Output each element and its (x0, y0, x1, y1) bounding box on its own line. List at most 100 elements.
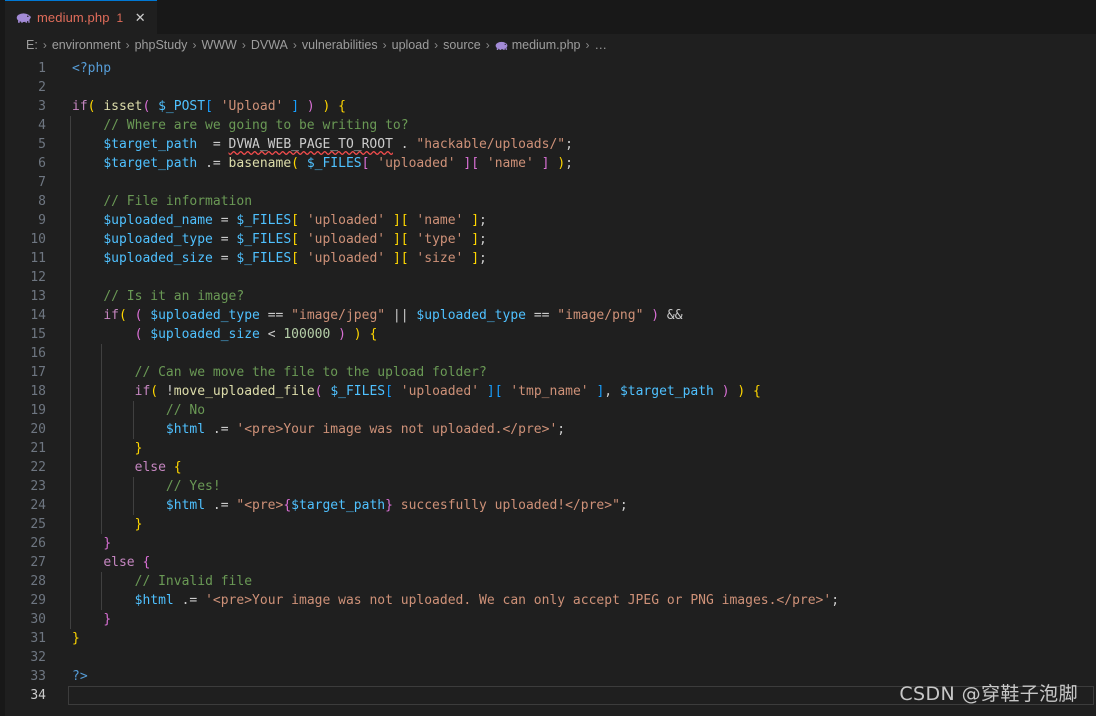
line-content[interactable]: $html .= '<pre>Your image was not upload… (70, 591, 1096, 610)
line-content[interactable]: ?> (72, 667, 1096, 686)
code-line[interactable]: 27 else { (0, 553, 1096, 572)
line-content[interactable] (72, 648, 1096, 667)
code-line[interactable]: 2 (0, 78, 1096, 97)
code-line[interactable]: 29 $html .= '<pre>Your image was not upl… (0, 591, 1096, 610)
code-line[interactable]: 21 } (0, 439, 1096, 458)
line-content[interactable]: if( ( $uploaded_type == "image/jpeg" || … (70, 306, 1096, 325)
code-line[interactable]: 31 } (0, 629, 1096, 648)
code-line[interactable]: 33 ?> (0, 667, 1096, 686)
code-editor[interactable]: 1 <?php 2 3 if( isset( $_POST[ 'Upload' … (0, 56, 1096, 716)
breadcrumb-separator: › (42, 38, 47, 52)
line-content[interactable]: else { (70, 553, 1096, 572)
code-line[interactable]: 10 $uploaded_type = $_FILES[ 'uploaded' … (0, 230, 1096, 249)
line-content[interactable]: // Yes! (70, 477, 1096, 496)
breadcrumb-item-source[interactable]: source (443, 38, 481, 52)
code-line[interactable]: 32 (0, 648, 1096, 667)
breadcrumb-overflow[interactable]: … (595, 38, 608, 52)
editor-tab-medium-php[interactable]: medium.php 1 ✕ (5, 0, 158, 34)
line-number: 23 (30, 479, 46, 494)
line-content[interactable]: } (70, 439, 1096, 458)
breadcrumb-item-vulnerabilities[interactable]: vulnerabilities (302, 38, 378, 52)
code-line[interactable]: 19 // No (0, 401, 1096, 420)
breadcrumb-item-root[interactable]: E: (26, 38, 38, 52)
line-content[interactable]: $uploaded_name = $_FILES[ 'uploaded' ][ … (70, 211, 1096, 230)
code-line[interactable]: 30 } (0, 610, 1096, 629)
line-content[interactable] (70, 173, 1096, 192)
line-content[interactable]: $target_path = DVWA_WEB_PAGE_TO_ROOT . "… (70, 135, 1096, 154)
line-content[interactable]: if( !move_uploaded_file( $_FILES[ 'uploa… (70, 382, 1096, 401)
line-content[interactable] (72, 78, 1096, 97)
line-number: 14 (30, 308, 46, 323)
code-line[interactable]: 25 } (0, 515, 1096, 534)
tab-filename: medium.php (37, 10, 110, 25)
line-number: 6 (38, 156, 46, 171)
line-number: 29 (30, 593, 46, 608)
line-content[interactable]: // File information (70, 192, 1096, 211)
vscode-editor-window: medium.php 1 ✕ E: › environment › phpStu… (0, 0, 1096, 716)
line-content[interactable]: } (70, 610, 1096, 629)
line-number: 2 (38, 80, 46, 95)
line-content[interactable]: <?php (72, 59, 1096, 78)
code-line[interactable]: 13 // Is it an image? (0, 287, 1096, 306)
breadcrumb-item-medium-php[interactable]: medium.php (495, 38, 581, 52)
code-line-active[interactable]: 34 (0, 686, 1096, 705)
line-content[interactable]: ( $uploaded_size < 100000 ) ) { (70, 325, 1096, 344)
line-number: 7 (38, 175, 46, 190)
line-content[interactable]: if( isset( $_POST[ 'Upload' ] ) ) { (72, 97, 1096, 116)
line-content[interactable]: $html .= "<pre>{$target_path} succesfull… (70, 496, 1096, 515)
code-line[interactable]: 12 (0, 268, 1096, 287)
breadcrumb-separator: › (241, 38, 246, 52)
code-line[interactable]: 11 $uploaded_size = $_FILES[ 'uploaded' … (0, 249, 1096, 268)
line-number: 21 (30, 441, 46, 456)
code-line[interactable]: 3 if( isset( $_POST[ 'Upload' ] ) ) { (0, 97, 1096, 116)
line-number: 13 (30, 289, 46, 304)
line-number: 20 (30, 422, 46, 437)
line-number: 15 (30, 327, 46, 342)
breadcrumb-separator: › (434, 38, 439, 52)
code-content[interactable]: 1 <?php 2 3 if( isset( $_POST[ 'Upload' … (0, 59, 1096, 705)
close-icon[interactable]: ✕ (132, 11, 148, 24)
line-content[interactable]: $target_path .= basename( $_FILES[ 'uplo… (70, 154, 1096, 173)
breadcrumb-item-environment[interactable]: environment (52, 38, 121, 52)
line-content[interactable]: // No (70, 401, 1096, 420)
code-line[interactable]: 8 // File information (0, 192, 1096, 211)
line-number: 28 (30, 574, 46, 589)
code-line[interactable]: 16 (0, 344, 1096, 363)
line-content[interactable]: $html .= '<pre>Your image was not upload… (70, 420, 1096, 439)
code-line[interactable]: 6 $target_path .= basename( $_FILES[ 'up… (0, 154, 1096, 173)
line-content[interactable]: // Where are we going to be writing to? (70, 116, 1096, 135)
line-content[interactable]: } (72, 629, 1096, 648)
line-content[interactable] (68, 686, 1096, 705)
line-content[interactable]: } (70, 515, 1096, 534)
line-content[interactable]: $uploaded_size = $_FILES[ 'uploaded' ][ … (70, 249, 1096, 268)
line-content[interactable]: $uploaded_type = $_FILES[ 'uploaded' ][ … (70, 230, 1096, 249)
code-line[interactable]: 15 ( $uploaded_size < 100000 ) ) { (0, 325, 1096, 344)
code-line[interactable]: 14 if( ( $uploaded_type == "image/jpeg" … (0, 306, 1096, 325)
code-line[interactable]: 17 // Can we move the file to the upload… (0, 363, 1096, 382)
breadcrumb-item-www[interactable]: WWW (201, 38, 236, 52)
code-line[interactable]: 22 else { (0, 458, 1096, 477)
code-line[interactable]: 4 // Where are we going to be writing to… (0, 116, 1096, 135)
code-line[interactable]: 5 $target_path = DVWA_WEB_PAGE_TO_ROOT .… (0, 135, 1096, 154)
code-line[interactable]: 26 } (0, 534, 1096, 553)
breadcrumb-item-dvwa[interactable]: DVWA (251, 38, 288, 52)
line-content[interactable]: // Can we move the file to the upload fo… (70, 363, 1096, 382)
breadcrumb-item-upload[interactable]: upload (392, 38, 430, 52)
line-content[interactable]: // Invalid file (70, 572, 1096, 591)
code-line[interactable]: 1 <?php (0, 59, 1096, 78)
code-line[interactable]: 28 // Invalid file (0, 572, 1096, 591)
line-content[interactable] (70, 268, 1096, 287)
code-line[interactable]: 24 $html .= "<pre>{$target_path} succesf… (0, 496, 1096, 515)
line-content[interactable]: } (70, 534, 1096, 553)
activity-bar-strip (0, 0, 5, 716)
breadcrumb-item-phpstudy[interactable]: phpStudy (135, 38, 188, 52)
code-line[interactable]: 7 (0, 173, 1096, 192)
line-content[interactable]: else { (70, 458, 1096, 477)
line-number: 22 (30, 460, 46, 475)
line-content[interactable] (70, 344, 1096, 363)
code-line[interactable]: 20 $html .= '<pre>Your image was not upl… (0, 420, 1096, 439)
code-line[interactable]: 18 if( !move_uploaded_file( $_FILES[ 'up… (0, 382, 1096, 401)
code-line[interactable]: 23 // Yes! (0, 477, 1096, 496)
line-content[interactable]: // Is it an image? (70, 287, 1096, 306)
code-line[interactable]: 9 $uploaded_name = $_FILES[ 'uploaded' ]… (0, 211, 1096, 230)
